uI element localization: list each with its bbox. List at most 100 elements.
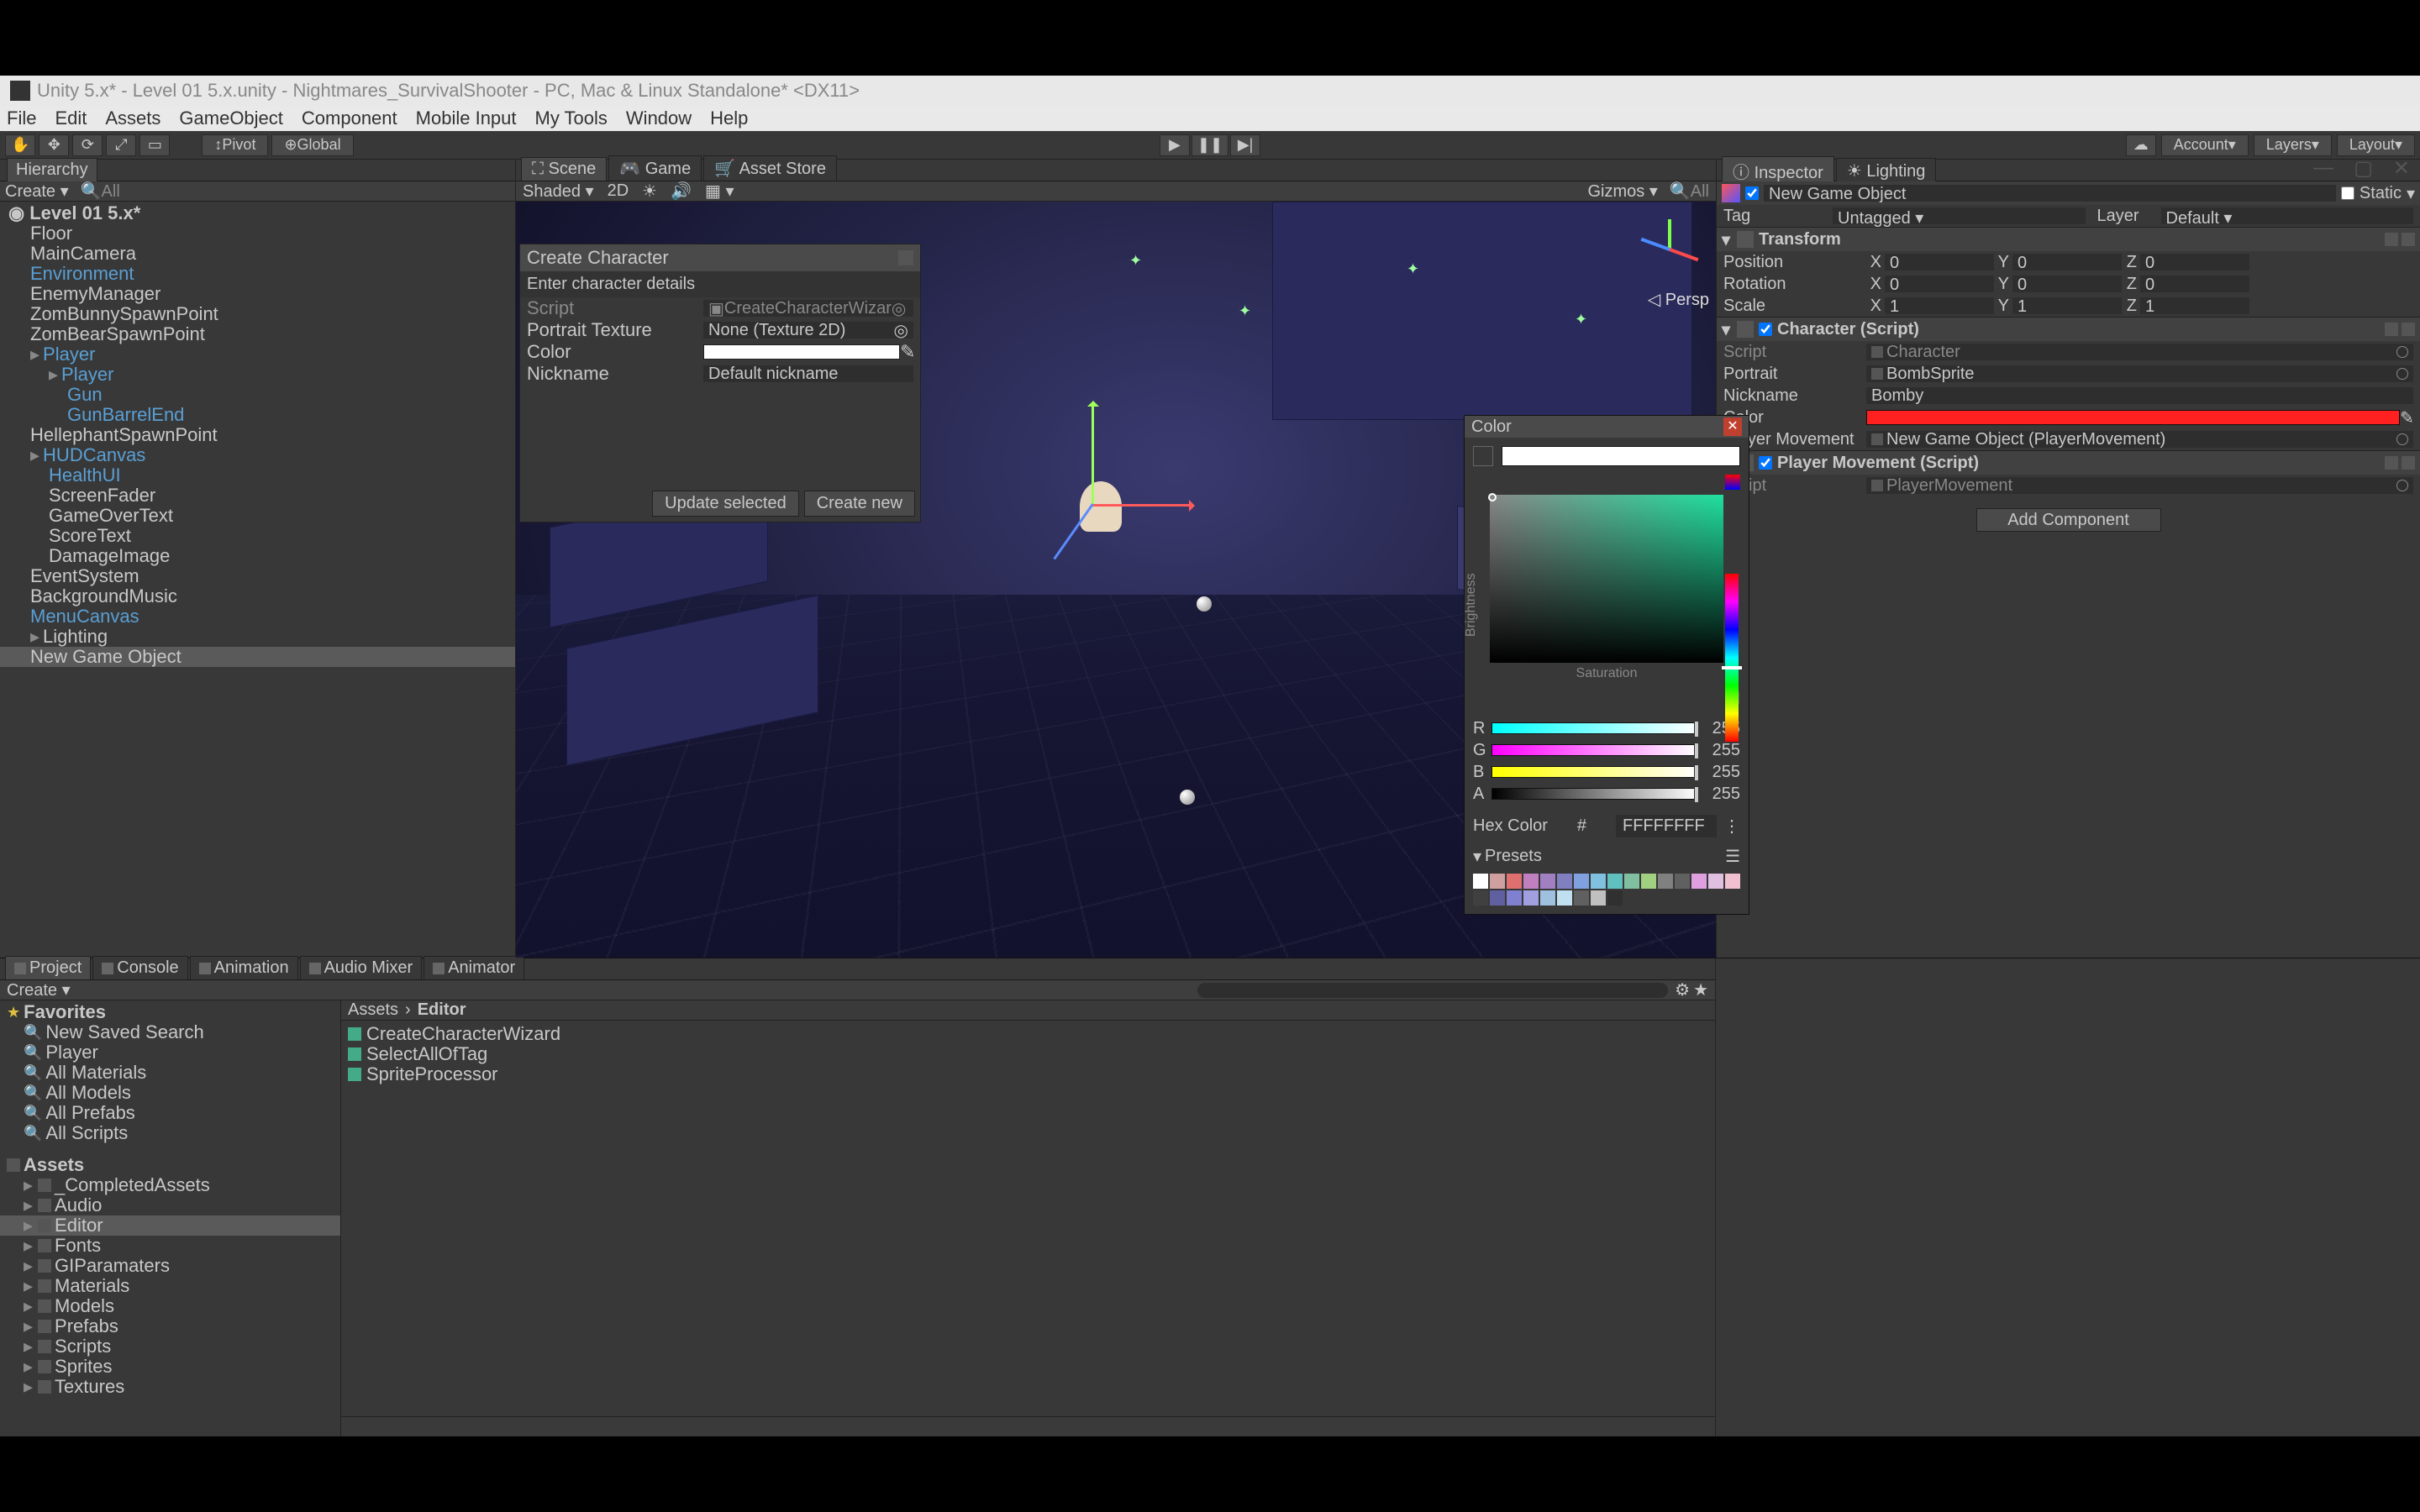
- g-value[interactable]: 255: [1703, 741, 1740, 760]
- pivot-toggle[interactable]: ↕ Pivot: [202, 134, 268, 156]
- wizard-color-field[interactable]: [703, 344, 900, 360]
- preset-swatch[interactable]: [1591, 874, 1606, 889]
- account-dropdown[interactable]: Account ▾: [2161, 134, 2249, 156]
- layer-dropdown[interactable]: Default ▾: [2161, 207, 2414, 224]
- favorites-header[interactable]: ★Favorites: [0, 1002, 340, 1022]
- preset-swatch[interactable]: [1658, 874, 1673, 889]
- pos-y[interactable]: 0: [2012, 254, 2122, 270]
- b-value[interactable]: 255: [1703, 763, 1740, 782]
- hierarchy-item[interactable]: ZomBunnySpawnPoint: [0, 304, 515, 324]
- preset-swatch[interactable]: [1523, 890, 1539, 906]
- preset-swatch[interactable]: [1557, 890, 1572, 906]
- perspective-label[interactable]: ◁ Persp: [1648, 289, 1709, 310]
- asset-folder[interactable]: ▸Prefabs: [0, 1316, 340, 1336]
- tool-scale[interactable]: ⤢: [106, 134, 136, 156]
- preset-swatch[interactable]: [1540, 874, 1555, 889]
- menu-help[interactable]: Help: [710, 108, 748, 129]
- fold-icon[interactable]: ▸: [24, 1255, 33, 1277]
- gizmo-z-icon[interactable]: [1640, 238, 1670, 251]
- favorite-search-item[interactable]: 🔍All Models: [0, 1083, 340, 1103]
- eyedropper-icon[interactable]: [1473, 446, 1493, 466]
- slider-mode-toggle[interactable]: ▤: [1465, 686, 1749, 712]
- help-icon[interactable]: [2385, 233, 2398, 246]
- gameobject-name-field[interactable]: New Game Object: [1764, 185, 2336, 202]
- help-icon[interactable]: [2385, 323, 2398, 336]
- preset-swatch[interactable]: [1675, 874, 1690, 889]
- search-filter-icon[interactable]: ⚙: [1675, 979, 1690, 1000]
- fx-toggle[interactable]: ▦ ▾: [705, 181, 734, 202]
- fold-icon[interactable]: ▸: [24, 1215, 33, 1236]
- preset-swatch[interactable]: [1591, 890, 1606, 906]
- maximize-button[interactable]: ▢: [2354, 156, 2373, 181]
- hue-slider[interactable]: [1725, 574, 1739, 742]
- hue-marker[interactable]: [1722, 666, 1742, 669]
- favorite-search-item[interactable]: 🔍All Scripts: [0, 1123, 340, 1143]
- fold-icon[interactable]: ▸: [24, 1376, 33, 1398]
- assets-header[interactable]: Assets: [0, 1155, 340, 1175]
- preset-swatch[interactable]: [1490, 874, 1505, 889]
- object-picker-icon[interactable]: [2396, 368, 2408, 380]
- fold-icon[interactable]: ▸: [30, 626, 39, 648]
- slider-knob[interactable]: [1694, 786, 1699, 803]
- rot-z[interactable]: 0: [2140, 276, 2249, 292]
- slider-knob[interactable]: [1694, 743, 1699, 759]
- hierarchy-item[interactable]: ScoreText: [0, 526, 515, 546]
- gizmo-y-axis[interactable]: [1092, 403, 1094, 504]
- gizmo-y-icon[interactable]: [1668, 219, 1671, 249]
- project-create-dropdown[interactable]: Create ▾: [7, 979, 71, 1000]
- preset-swatch[interactable]: [1540, 890, 1555, 906]
- presets-menu-icon[interactable]: ☰: [1725, 846, 1740, 867]
- pos-x[interactable]: 0: [1885, 254, 1994, 270]
- presets-header[interactable]: ▾ Presets ☰: [1465, 843, 1749, 870]
- project-item[interactable]: CreateCharacterWizard: [348, 1024, 1708, 1044]
- step-button[interactable]: ▶|: [1230, 134, 1260, 156]
- tab-animator[interactable]: Animator: [424, 956, 524, 979]
- hierarchy-item[interactable]: EnemyManager: [0, 284, 515, 304]
- preset-swatch[interactable]: [1624, 874, 1639, 889]
- menu-file[interactable]: File: [7, 108, 36, 129]
- scale-x[interactable]: 1: [1885, 297, 1994, 314]
- preset-swatch[interactable]: [1725, 874, 1740, 889]
- static-toggle[interactable]: [2341, 186, 2354, 200]
- preset-swatch[interactable]: [1574, 874, 1589, 889]
- pause-button[interactable]: ❚❚: [1192, 134, 1228, 156]
- slider-knob[interactable]: [1694, 721, 1699, 738]
- hierarchy-item[interactable]: New Game Object: [0, 647, 515, 667]
- favorite-search-item[interactable]: 🔍All Materials: [0, 1063, 340, 1083]
- hierarchy-item[interactable]: MainCamera: [0, 244, 515, 264]
- fold-icon[interactable]: ▸: [24, 1336, 33, 1357]
- gizmo-x-axis[interactable]: [1092, 504, 1192, 507]
- menu-assets[interactable]: Assets: [105, 108, 160, 129]
- hierarchy-search[interactable]: 🔍All: [81, 181, 120, 202]
- menu-component[interactable]: Component: [302, 108, 397, 129]
- preset-swatch[interactable]: [1574, 890, 1589, 906]
- project-search[interactable]: [1197, 983, 1668, 998]
- fold-icon[interactable]: ▸: [24, 1174, 33, 1196]
- close-window-button[interactable]: ✕: [2393, 156, 2410, 181]
- tool-rect[interactable]: ▭: [139, 134, 170, 156]
- eyedropper-icon[interactable]: ✎: [900, 341, 913, 363]
- wizard-portrait-field[interactable]: None (Texture 2D)◎: [703, 322, 913, 339]
- hierarchy-item[interactable]: DamageImage: [0, 546, 515, 566]
- gizmo-x-icon[interactable]: [1669, 248, 1698, 261]
- hierarchy-item[interactable]: GameOverText: [0, 506, 515, 526]
- fold-icon[interactable]: ▸: [24, 1235, 33, 1257]
- fold-icon[interactable]: ▸: [24, 1194, 33, 1216]
- fold-icon[interactable]: ▸: [24, 1356, 33, 1378]
- menu-mytools[interactable]: My Tools: [535, 108, 608, 129]
- orientation-gizmo[interactable]: [1632, 210, 1707, 286]
- hierarchy-item[interactable]: HellephantSpawnPoint: [0, 425, 515, 445]
- wizard-create-button[interactable]: Create new: [804, 491, 915, 517]
- hex-menu-icon[interactable]: ⋮: [1723, 816, 1740, 837]
- object-picker-icon[interactable]: [2396, 480, 2408, 491]
- object-picker-icon[interactable]: [2396, 346, 2408, 358]
- asset-folder[interactable]: ▸Editor: [0, 1215, 340, 1236]
- hierarchy-tab[interactable]: Hierarchy: [7, 158, 97, 182]
- fold-icon[interactable]: ▸: [24, 1275, 33, 1297]
- hierarchy-item[interactable]: ▸Lighting: [0, 627, 515, 647]
- transform-header[interactable]: ▾ Transform: [1717, 228, 2420, 251]
- breadcrumb-assets[interactable]: Assets: [348, 1000, 398, 1020]
- wizard-titlebar[interactable]: Create Character: [520, 244, 920, 271]
- preset-swatch[interactable]: [1507, 890, 1522, 906]
- help-icon[interactable]: [2385, 456, 2398, 470]
